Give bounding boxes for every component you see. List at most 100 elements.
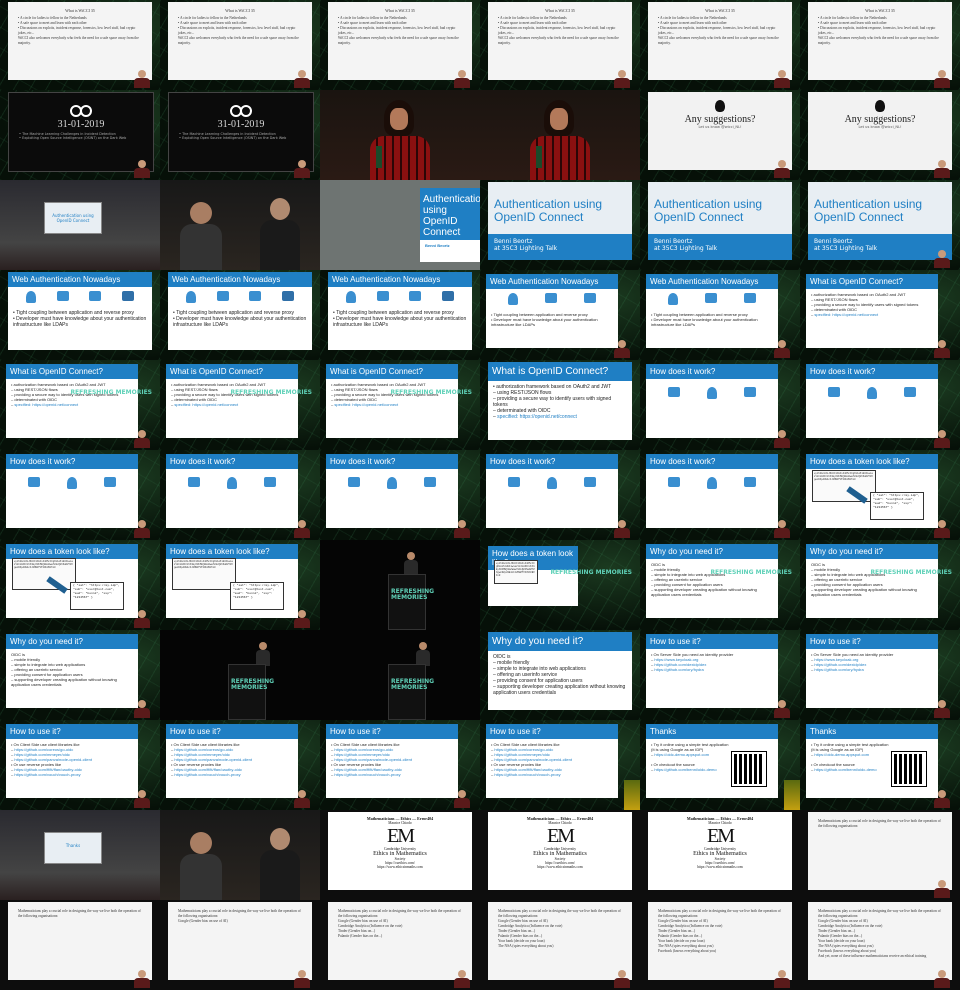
slide-body: • A circle for ladies to fellow in the N… [498, 16, 619, 45]
thumbnail[interactable]: Why do you need it? OIDC is – mobile frie… [480, 630, 640, 720]
thumbnail[interactable]: How does a token look like? eyJhbGciOiJS… [160, 540, 320, 630]
speaker-inset [932, 160, 954, 178]
thumbnail[interactable]: Web Authentication Nowadays • Tight coup… [0, 270, 160, 360]
thumbnail[interactable]: Mathematicians — Ethics — Error404 Mauri… [320, 810, 480, 900]
thumbnail[interactable]: Authentication using OpenID Connect [0, 180, 160, 270]
auth-diagram [8, 287, 152, 307]
thumbnail[interactable]: Mathematicians play a crucial role in de… [0, 900, 160, 990]
thumbnail[interactable]: How to use it? • On Server Side you need… [800, 630, 960, 720]
thumbnail[interactable]: Mathematicians play a crucial role in de… [800, 810, 960, 900]
speaker-inset [132, 700, 154, 718]
thumbnail[interactable]: How does it work? [480, 450, 640, 540]
thumbnail[interactable]: What is WiCCI 35 • A circle for ladies t… [800, 0, 960, 90]
speaker-inset [452, 520, 474, 538]
thumbnail[interactable]: Authentication using OpenID Connect Benn… [320, 180, 480, 270]
slide-title: How does it work? [6, 454, 138, 469]
thumbnail[interactable]: Any suggestions? Let us know @wicci_NL! [640, 90, 800, 180]
thumbnail[interactable] [480, 90, 640, 180]
thumbnail[interactable] [160, 810, 320, 900]
thumbnail[interactable]: What is OpenID Connect? • authorization … [320, 360, 480, 450]
thumbnail[interactable]: Why do you need it? OIDC is – mobile frie… [640, 540, 800, 630]
thumbnail[interactable]: Authentication using OpenID Connect Benn… [800, 180, 960, 270]
thumbnail[interactable]: What is OpenID Connect? • authorization … [160, 360, 320, 450]
thumbnail[interactable]: How does it work? [320, 450, 480, 540]
thumbnail[interactable]: Why do you need it? OIDC is – mobile frie… [800, 540, 960, 630]
slide-title: What is OpenID Connect? [6, 364, 138, 379]
podium: REFRESHING MEMORIES [388, 574, 434, 630]
slide: Web Authentication Nowadays • Tight coup… [328, 272, 472, 350]
slide: How does a token look like? eyJhbGciOiJS… [806, 454, 938, 528]
thumbnail[interactable]: How does a token look like? eyJhbGciOiJS… [800, 450, 960, 540]
flow-diagram [646, 469, 778, 493]
thumbnail[interactable]: How does it work? [640, 450, 800, 540]
thumbnail[interactable]: What is OpenID Connect? • authorization … [800, 270, 960, 360]
thumbnail[interactable]: Thanks • Try it online using a simple te… [640, 720, 800, 810]
thumbnail[interactable]: How to use it? • On Client Side use clie… [0, 720, 160, 810]
thumbnail[interactable]: Web Authentication Nowadays • Tight coup… [480, 270, 640, 360]
slide: What is WiCCI 35 • A circle for ladies t… [488, 2, 632, 80]
speaker-inset [932, 250, 954, 268]
slide: Thanks • Try it online using a simple te… [646, 724, 778, 798]
thumbnail[interactable]: Mathematicians play a crucial role in de… [640, 900, 800, 990]
thumbnail[interactable]: How to use it? • On Client Side use clie… [160, 720, 320, 810]
thumbnail[interactable]: Authentication using OpenID Connect Benn… [640, 180, 800, 270]
thumbnail[interactable]: Mathematicians play a crucial role in de… [480, 900, 640, 990]
thumbnail[interactable]: Thanks • Try it online using a simple te… [800, 720, 960, 810]
thumbnail[interactable]: What is OpenID Connect? • authorization … [480, 360, 640, 450]
thumbnail[interactable]: 31-01-2019 • The Machine Learning Challe… [160, 90, 320, 180]
thumbnail[interactable]: Mathematicians — Ethics — Error404 Mauri… [640, 810, 800, 900]
wicci-logo-icon [715, 100, 725, 112]
thumbnail[interactable]: Web Authentication Nowadays • Tight coup… [320, 270, 480, 360]
thumbnail[interactable]: Web Authentication Nowadays • Tight coup… [160, 270, 320, 360]
thumbnail[interactable]: What is WiCCI 35 • A circle for ladies t… [320, 0, 480, 90]
thumbnail[interactable]: How does it work? [640, 360, 800, 450]
speaker-inset [132, 970, 154, 988]
thumbnail[interactable]: What is WiCCI 35 • A circle for ladies t… [640, 0, 800, 90]
slide: What is WiCCI 35 • A circle for ladies t… [168, 2, 312, 80]
thumbnail[interactable]: How to use it? • On Client Side use clie… [320, 720, 480, 810]
thumbnail[interactable]: Mathematicians play a crucial role in de… [800, 900, 960, 990]
slide-title: How does it work? [646, 454, 778, 469]
slide-contact: Let us know @wicci_NL! [858, 125, 902, 129]
thumbnail[interactable]: Thanks [0, 810, 160, 900]
thumbnail[interactable]: Mathematicians play a crucial role in de… [160, 900, 320, 990]
speaker-inset [932, 880, 954, 898]
thumbnail[interactable]: REFRESHING MEMORIES [320, 630, 480, 720]
speaker-inset [292, 160, 314, 178]
thumbnail[interactable]: What is WiCCI 35 • A circle for ladies t… [0, 0, 160, 90]
thumbnail[interactable]: How does it work? [800, 360, 960, 450]
speaker-inset [612, 340, 634, 358]
thumbnail[interactable]: How does it work? [0, 450, 160, 540]
speaker-photo [530, 96, 590, 180]
slide-title: Why do you need it? [646, 544, 778, 559]
thumbnail[interactable]: Mathematicians — Ethics — Error404 Mauri… [480, 810, 640, 900]
thumbnail[interactable]: How to use it? • On Client Side use clie… [480, 720, 640, 810]
thumbnail[interactable]: Why do you need it? OIDC is – mobile frie… [0, 630, 160, 720]
thumbnail[interactable]: Mathematicians play a crucial role in de… [320, 900, 480, 990]
slide: Mathematicians play a crucial role in de… [328, 902, 472, 980]
thumbnail[interactable]: Authentication using OpenID Connect Benn… [480, 180, 640, 270]
thumbnail[interactable]: How does a token look like? eyJhbGciOiJS… [480, 540, 640, 630]
thumbnail[interactable]: How to use it? • On Server Side you need… [640, 630, 800, 720]
thumbnail[interactable]: REFRESHING MEMORIES [160, 630, 320, 720]
slide-title: Thanks [646, 724, 778, 739]
slide-body: • Try it online using a simple test appl… [811, 742, 889, 772]
thumbnail[interactable]: Web Authentication Nowadays • Tight coup… [640, 270, 800, 360]
slide: How does it work? [646, 364, 778, 438]
thumbnail[interactable]: What is WiCCI 35 • A circle for ladies t… [160, 0, 320, 90]
speaker-inset [612, 970, 634, 988]
thumbnail[interactable]: What is OpenID Connect? • authorization … [0, 360, 160, 450]
slide-date: 31-01-2019 [217, 119, 265, 130]
json-payload: { "iat": "https://my.idp", "sub": "user@… [70, 582, 124, 610]
slide-title: Thanks [806, 724, 938, 739]
thumbnail[interactable]: What is WiCCI 35 • A circle for ladies t… [480, 0, 640, 90]
slide: Authentication using OpenID Connect Benn… [808, 182, 952, 260]
thumbnail[interactable]: REFRESHING MEMORIES [320, 540, 480, 630]
speaker-inset [932, 970, 954, 988]
thumbnail[interactable]: 31-01-2019 • The Machine Learning Challe… [0, 90, 160, 180]
thumbnail[interactable]: Any suggestions? Let us know @wicci_NL! [800, 90, 960, 180]
thumbnail[interactable] [320, 90, 480, 180]
thumbnail[interactable] [160, 180, 320, 270]
thumbnail[interactable]: How does it work? [160, 450, 320, 540]
thumbnail[interactable]: How does a token look like? eyJhbGciOiJS… [0, 540, 160, 630]
